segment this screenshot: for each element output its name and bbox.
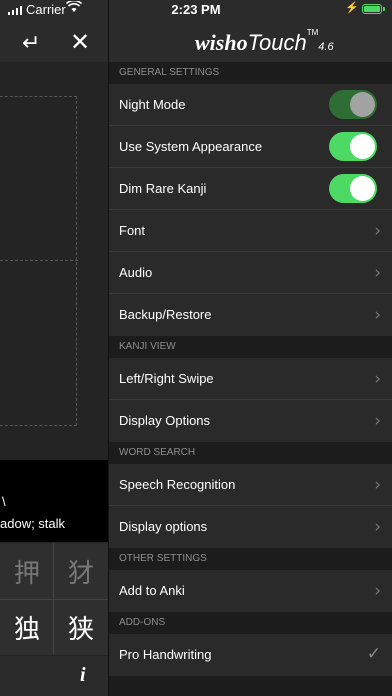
status-time: 2:23 PM [171,2,221,17]
setting-label: Speech Recognition [119,477,236,492]
setting-label: Pro Handwriting [119,647,212,662]
setting-night-mode[interactable]: Night Mode [109,84,392,126]
trademark: TM [306,28,319,37]
chevron-right-icon: › [374,221,381,241]
battery-icon [362,4,385,14]
checkmark-icon: ✓ [366,644,381,664]
charging-icon: ⚡ [345,2,359,14]
section-header-word-search: WORD SEARCH [109,442,392,464]
definition-text: adow; stalk [0,516,66,531]
definition-box: \ adow; stalk [0,460,108,542]
setting-pro-handwriting[interactable]: Pro Handwriting ✓ [109,634,392,676]
setting-word-display-options[interactable]: Display options › [109,506,392,548]
setting-dim-rare-kanji[interactable]: Dim Rare Kanji [109,168,392,210]
canvas-guide-line [0,260,78,261]
setting-label: Display options [119,519,208,534]
section-header-kanji-view: KANJI VIEW [109,336,392,358]
bottom-toolbar: i [0,656,108,696]
setting-label: Dim Rare Kanji [119,181,207,196]
setting-display-options[interactable]: Display Options › [109,400,392,442]
setting-font[interactable]: Font › [109,210,392,252]
setting-backup-restore[interactable]: Backup/Restore › [109,294,392,336]
setting-left-right-swipe[interactable]: Left/Right Swipe › [109,358,392,400]
setting-label: Display Options [119,413,211,428]
chevron-right-icon: › [374,581,381,601]
handwriting-canvas[interactable] [0,96,77,426]
info-icon[interactable]: i [80,664,86,687]
setting-add-to-anki[interactable]: Add to Anki › [109,570,392,612]
kanji-candidate[interactable]: 独 [0,599,54,655]
setting-label: Night Mode [119,97,186,112]
logo-touch: Touch [247,30,307,55]
kanji-candidates: 押 犲 独 狭 [0,543,108,655]
kanji-candidate[interactable]: 狭 [54,599,108,655]
app-logo: wishoTouchTM 4.6 [195,28,334,56]
setting-label: Backup/Restore [119,307,212,322]
setting-label: Add to Anki [119,583,185,598]
setting-audio[interactable]: Audio › [109,252,392,294]
chevron-right-icon: › [374,305,381,325]
divider [0,599,108,600]
dim-rare-kanji-toggle[interactable] [329,174,377,203]
chevron-right-icon: › [374,369,381,389]
setting-label: Audio [119,265,153,280]
kanji-candidate[interactable]: 押 [0,543,54,599]
settings-list: GENERAL SETTINGS Night Mode Use System A… [109,62,392,676]
night-mode-toggle[interactable] [329,90,377,119]
definition-line: \ [2,494,6,509]
return-icon[interactable]: ↵ [22,30,40,56]
section-header-other-settings: OTHER SETTINGS [109,548,392,570]
setting-use-system-appearance[interactable]: Use System Appearance [109,126,392,168]
logo-wisho: wisho [195,30,248,55]
setting-speech-recognition[interactable]: Speech Recognition › [109,464,392,506]
chevron-right-icon: › [374,517,381,537]
setting-label: Font [119,223,146,238]
close-icon[interactable]: ✕ [70,28,90,57]
chevron-right-icon: › [374,475,381,495]
use-system-appearance-toggle[interactable] [329,132,377,161]
kanji-candidate[interactable]: 犲 [54,543,108,599]
settings-panel: wishoTouchTM 4.6 GENERAL SETTINGS Night M… [108,0,392,696]
app-version: 4.6 [318,41,334,53]
setting-label: Use System Appearance [119,139,263,154]
section-header-add-ons: ADD-ONS [109,612,392,634]
section-header-general: GENERAL SETTINGS [109,62,392,84]
chevron-right-icon: › [374,411,381,431]
setting-label: Left/Right Swipe [119,371,214,386]
lookup-view: ↵ ✕ \ adow; stalk 押 犲 独 狭 i [0,0,108,696]
status-bar: Carrier 2:23 PM ⚡ [0,0,392,20]
chevron-right-icon: › [374,263,381,283]
